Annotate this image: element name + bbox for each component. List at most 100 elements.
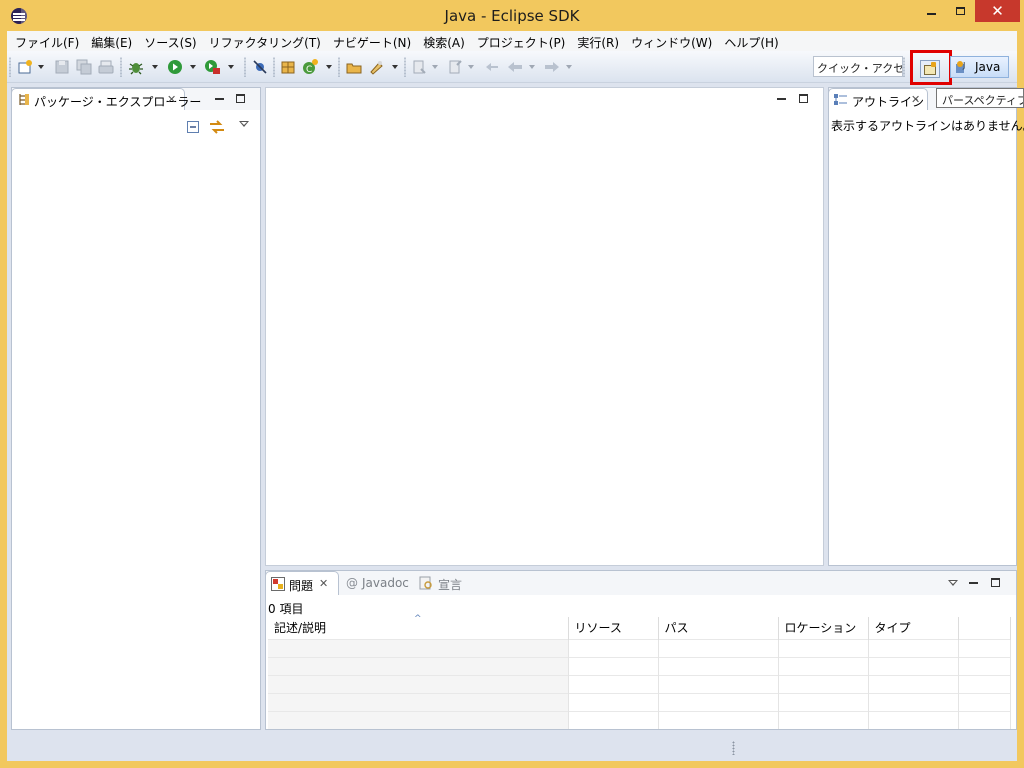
toolbar-grip[interactable]: [120, 57, 122, 77]
menu-file[interactable]: ファイル(F): [9, 31, 85, 51]
tab-outline[interactable]: アウトライン ✕: [828, 88, 928, 110]
external-tools-icon[interactable]: [204, 59, 220, 75]
open-perspective-icon: [920, 60, 940, 78]
status-bar-grip[interactable]: [732, 741, 735, 755]
java-perspective-button[interactable]: J Java: [950, 56, 1009, 78]
table-cell: [958, 674, 1011, 693]
new-java-package-icon[interactable]: [280, 59, 296, 75]
tab-declaration[interactable]: 宣言: [438, 576, 462, 593]
external-tools-dropdown-arrow[interactable]: [228, 65, 234, 69]
table-cell: [268, 692, 569, 711]
table-cell: [778, 674, 869, 693]
problems-icon: [271, 577, 285, 591]
maximize-view-icon[interactable]: [991, 578, 1000, 587]
outline-empty-message: 表示するアウトラインはありません。: [831, 119, 1024, 133]
toolbar-grip[interactable]: [273, 57, 275, 77]
column-header-path[interactable]: パス: [658, 617, 779, 639]
debug-icon[interactable]: [128, 59, 144, 75]
minimize-view-icon[interactable]: [777, 98, 786, 100]
menu-edit[interactable]: 編集(E): [85, 31, 138, 51]
table-cell: [268, 656, 569, 675]
table-cell: [868, 638, 959, 657]
tab-javadoc[interactable]: Javadoc: [362, 576, 409, 590]
menu-search[interactable]: 検索(A): [417, 31, 471, 51]
column-header-resource[interactable]: リソース: [568, 617, 659, 639]
forward-icon[interactable]: [544, 59, 560, 75]
quick-access-input[interactable]: クイック・アクセス: [813, 56, 903, 77]
view-menu-icon[interactable]: [948, 580, 958, 586]
minimize-view-icon[interactable]: [969, 582, 978, 584]
toolbar-grip[interactable]: [903, 57, 905, 77]
minimize-view-icon[interactable]: [215, 98, 224, 100]
svg-text:J: J: [962, 61, 965, 70]
save-all-icon[interactable]: [76, 59, 92, 75]
run-dropdown-arrow[interactable]: [190, 65, 196, 69]
package-explorer-view: パッケージ・エクスプローラー ✕: [11, 87, 261, 730]
menu-source[interactable]: ソース(S): [138, 31, 202, 51]
new-java-class-dropdown-arrow[interactable]: [326, 65, 332, 69]
column-header-label: 記述/説明: [274, 621, 327, 636]
last-edit-location-icon[interactable]: [484, 59, 500, 75]
close-button[interactable]: ✕: [975, 0, 1020, 22]
eclipse-window: Java - Eclipse SDK ✕ ファイル(F) 編集(E) ソース(S…: [0, 0, 1024, 768]
menu-help[interactable]: ヘルプ(H): [718, 31, 784, 51]
menu-refactor[interactable]: リファクタリング(T): [203, 31, 327, 51]
next-annotation-dropdown-arrow[interactable]: [432, 65, 438, 69]
search-dropdown-arrow[interactable]: [392, 65, 398, 69]
save-icon[interactable]: [54, 59, 70, 75]
skip-breakpoints-icon[interactable]: [252, 59, 268, 75]
close-icon[interactable]: ✕: [319, 577, 328, 590]
open-perspective-button[interactable]: [910, 50, 952, 85]
menu-window[interactable]: ウィンドウ(W): [625, 31, 718, 51]
toolbar-grip[interactable]: [9, 57, 11, 77]
package-explorer-icon: [19, 94, 29, 105]
column-header-type[interactable]: タイプ: [868, 617, 959, 639]
tab-package-explorer[interactable]: パッケージ・エクスプローラー ✕: [11, 88, 201, 110]
view-menu-icon[interactable]: [239, 121, 249, 127]
outline-view: アウトライン ✕ 表示するアウトラインはありません。: [828, 87, 1024, 566]
menu-navigate[interactable]: ナビゲート(N): [327, 31, 417, 51]
new-dropdown-arrow[interactable]: [38, 65, 44, 69]
column-header-label: タイプ: [874, 621, 911, 636]
maximize-button[interactable]: [946, 0, 974, 22]
table-cell: [958, 656, 1011, 675]
close-icon[interactable]: ✕: [167, 93, 176, 106]
table-cell: [568, 674, 659, 693]
debug-dropdown-arrow[interactable]: [152, 65, 158, 69]
toolbar-grip[interactable]: [244, 57, 246, 77]
outline-icon: [834, 94, 847, 105]
print-icon[interactable]: [98, 59, 114, 75]
search-icon[interactable]: [368, 59, 384, 75]
next-annotation-icon[interactable]: [412, 59, 428, 75]
collapse-all-icon[interactable]: [187, 121, 199, 133]
close-icon[interactable]: ✕: [911, 93, 920, 106]
column-header-location[interactable]: ロケーション: [778, 617, 869, 639]
menu-project[interactable]: プロジェクト(P): [471, 31, 572, 51]
column-header-description[interactable]: 記述/説明 ^: [268, 614, 569, 639]
new-icon[interactable]: [17, 59, 33, 75]
table-cell: [778, 692, 869, 711]
problems-item-count: 0 項目: [268, 602, 304, 616]
table-cell: [868, 710, 959, 729]
menu-run[interactable]: 実行(R): [571, 31, 625, 51]
maximize-view-icon[interactable]: [799, 94, 808, 103]
open-type-icon[interactable]: [346, 59, 362, 75]
previous-annotation-icon[interactable]: [448, 59, 464, 75]
previous-annotation-dropdown-arrow[interactable]: [468, 65, 474, 69]
maximize-view-icon[interactable]: [236, 94, 245, 103]
toolbar-grip[interactable]: [338, 57, 340, 77]
run-icon[interactable]: [167, 59, 183, 75]
table-cell: [868, 674, 959, 693]
problems-tab-label: 問題: [289, 579, 314, 593]
back-icon[interactable]: [507, 59, 523, 75]
link-with-editor-icon[interactable]: [209, 119, 225, 135]
new-java-class-icon[interactable]: C: [302, 59, 318, 75]
back-dropdown-arrow[interactable]: [529, 65, 535, 69]
column-header-label: パス: [664, 621, 689, 636]
forward-dropdown-arrow[interactable]: [566, 65, 572, 69]
toolbar-grip[interactable]: [404, 57, 406, 77]
table-cell: [868, 692, 959, 711]
minimize-button[interactable]: [916, 0, 946, 22]
tab-problems[interactable]: 問題 ✕: [265, 571, 339, 595]
svg-text:C: C: [306, 65, 312, 75]
